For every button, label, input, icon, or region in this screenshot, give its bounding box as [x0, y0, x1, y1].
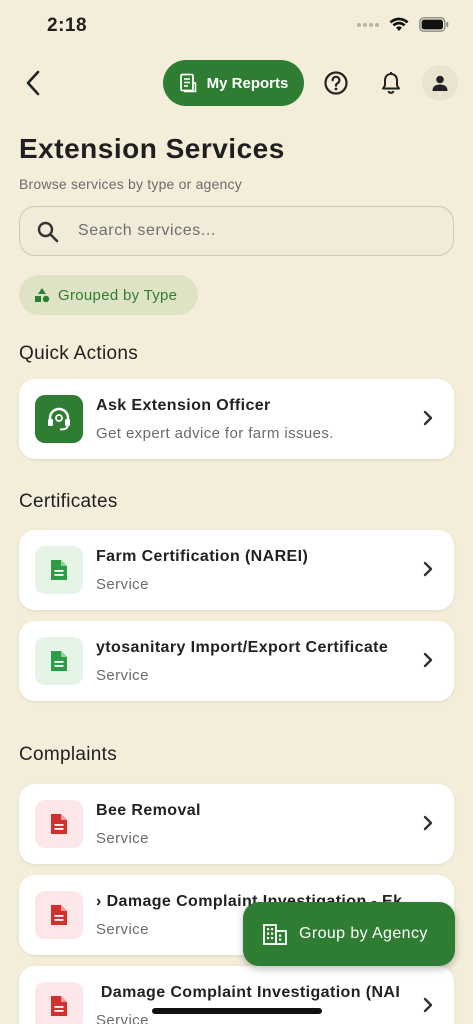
extension-services-screen: 2:18 My Reports Extension Services Brows…: [0, 0, 473, 1024]
chevron-right-icon: [423, 997, 433, 1013]
card-icon-container: [35, 891, 83, 939]
back-button[interactable]: [18, 66, 48, 100]
chevron-left-icon: [26, 70, 40, 96]
card-icon-container: [35, 982, 83, 1024]
help-button[interactable]: [320, 67, 352, 99]
status-bar: 2:18: [0, 0, 473, 52]
card-subtitle: Service: [96, 921, 149, 938]
chevron-right-icon: [423, 652, 433, 668]
my-reports-button[interactable]: My Reports: [163, 60, 304, 106]
list-item-bee-removal[interactable]: Bee Removal Service: [19, 784, 454, 864]
card-title: ytosanitary Import/Export Certificate: [96, 639, 389, 656]
list-item-ask-extension-officer[interactable]: Ask Extension Officer Get expert advice …: [19, 379, 454, 459]
card-icon-container: [35, 637, 83, 685]
group-by-agency-button[interactable]: Group by Agency: [243, 902, 455, 966]
group-by-agency-label: Group by Agency: [299, 925, 428, 942]
card-icon-container: [35, 546, 83, 594]
chevron-right-icon: [423, 561, 433, 577]
card-subtitle: Service: [96, 576, 149, 593]
headset-icon: [48, 407, 70, 431]
status-time: 2:18: [47, 15, 88, 36]
notifications-button[interactable]: [375, 67, 407, 99]
card-title: Farm Certification (NAREI): [96, 548, 309, 565]
card-subtitle: Service: [96, 667, 149, 684]
card-subtitle: Get expert advice for farm issues.: [96, 425, 334, 442]
card-subtitle: Service: [96, 1012, 149, 1024]
profile-avatar-button[interactable]: [422, 65, 458, 101]
page-title: Extension Services: [19, 133, 285, 164]
report-icon: [179, 73, 196, 93]
bell-icon: [382, 72, 400, 94]
list-item-damage-complaint-nai[interactable]: Damage Complaint Investigation (NAI Serv…: [19, 966, 454, 1024]
wifi-icon: [389, 17, 409, 31]
building-icon: [263, 924, 287, 945]
document-icon: [51, 905, 67, 925]
list-item-phytosanitary-certificate[interactable]: ytosanitary Import/Export Certificate Se…: [19, 621, 454, 701]
section-title-complaints: Complaints: [19, 744, 118, 765]
card-icon-container: [35, 395, 83, 443]
section-title-certificates: Certificates: [19, 491, 118, 512]
search-icon: [37, 221, 59, 243]
app-header: My Reports: [0, 58, 473, 108]
section-title-quick-actions: Quick Actions: [19, 343, 139, 364]
home-indicator: [152, 1008, 322, 1014]
chevron-right-icon: [423, 815, 433, 831]
card-icon-container: [35, 800, 83, 848]
card-title: Damage Complaint Investigation (NAI: [96, 984, 401, 1001]
search-box: [19, 206, 454, 256]
my-reports-label: My Reports: [206, 74, 289, 92]
shapes-icon: [35, 288, 50, 303]
search-input[interactable]: [78, 207, 438, 254]
grouped-by-type-chip[interactable]: Grouped by Type: [19, 275, 198, 315]
signal-icon: [357, 22, 379, 27]
person-icon: [432, 75, 448, 91]
battery-icon: [419, 17, 449, 32]
card-title: Bee Removal: [96, 802, 201, 819]
grouped-by-type-label: Grouped by Type: [58, 286, 178, 304]
help-icon: [324, 71, 348, 95]
document-icon: [51, 560, 67, 580]
card-title: Ask Extension Officer: [96, 397, 271, 414]
list-item-farm-certification[interactable]: Farm Certification (NAREI) Service: [19, 530, 454, 610]
page-subtitle: Browse services by type or agency: [19, 176, 242, 192]
document-icon: [51, 651, 67, 671]
document-icon: [51, 996, 67, 1016]
chevron-right-icon: [423, 410, 433, 426]
card-subtitle: Service: [96, 830, 149, 847]
document-icon: [51, 814, 67, 834]
status-icons: [357, 17, 449, 32]
